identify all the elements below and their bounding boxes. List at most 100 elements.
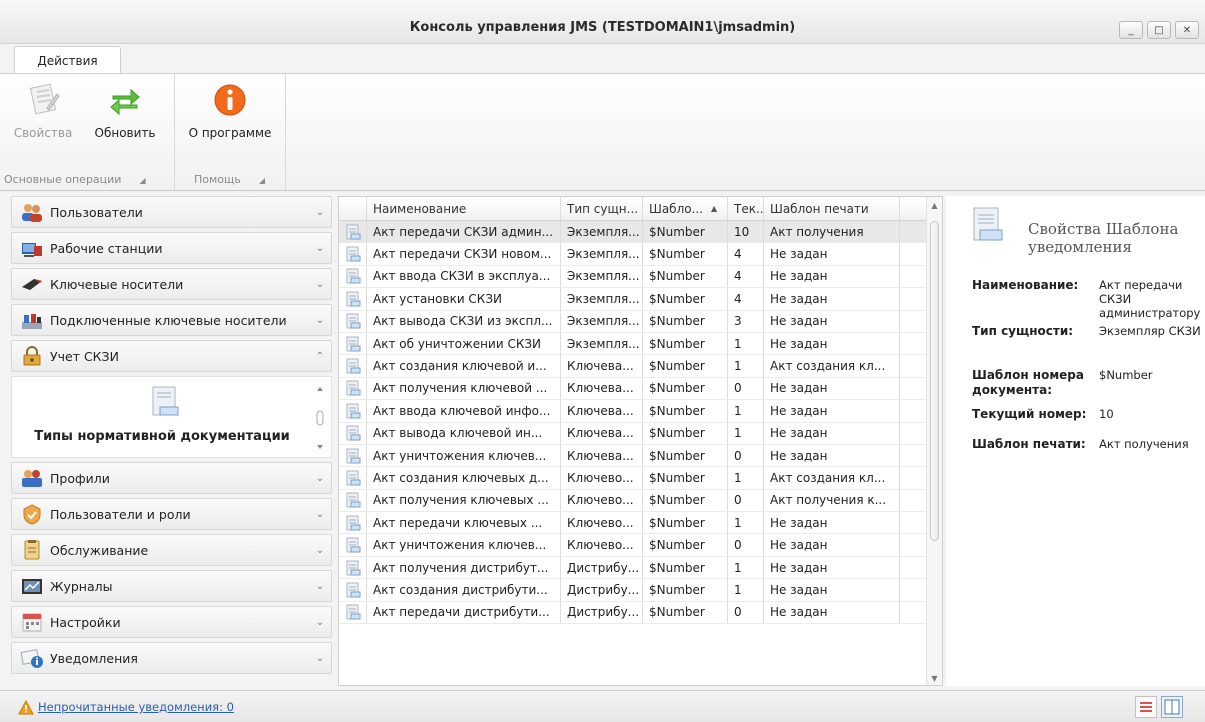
group-launcher-icon[interactable]: ◢ bbox=[259, 176, 265, 185]
row-print-template-cell: Акт создания кл... bbox=[764, 467, 900, 489]
row-print-template-cell: Не задан bbox=[764, 288, 900, 310]
row-icon-cell bbox=[339, 579, 367, 601]
table-row[interactable]: Акт вывода ключевой ин... Ключева... $Numb… bbox=[339, 422, 942, 445]
row-name-cell: Акт получения ключевой ... bbox=[367, 377, 561, 400]
prop-value-name: Акт передачи СКЗИ администратору bbox=[1099, 278, 1201, 320]
ribbon-group-main: Свойства Обновить Основные операции ◢ bbox=[0, 74, 175, 192]
split-view-icon bbox=[1164, 699, 1180, 715]
title-bar: Консоль управления JMS (TESTDOMAIN1\jmsa… bbox=[0, 0, 1205, 44]
nav-item-notifications[interactable]: Уведомления ⌄ bbox=[11, 642, 332, 674]
row-entity-type-cell: Дистрибу... bbox=[561, 601, 643, 624]
nav-item-users-roles[interactable]: Пользователи и роли ⌄ bbox=[11, 498, 332, 530]
template-row-icon bbox=[346, 425, 360, 441]
settings-icon bbox=[22, 613, 42, 632]
window-title: Консоль управления JMS (TESTDOMAIN1\jmsa… bbox=[409, 20, 796, 35]
properties-title: Свойства Шаблона уведомления bbox=[1028, 220, 1179, 256]
row-print-template-cell: Акт создания кл... bbox=[764, 355, 900, 377]
document-icon[interactable] bbox=[150, 385, 180, 419]
row-entity-type-cell: Ключево... bbox=[561, 467, 643, 489]
table-row[interactable]: Акт создания дистрибути... Дистрибу... $Nu… bbox=[339, 579, 942, 602]
row-current-number-cell: 0 bbox=[728, 444, 764, 467]
row-icon-cell bbox=[339, 422, 367, 444]
tab-actions[interactable]: Действия bbox=[14, 46, 121, 74]
scroll-up-icon[interactable]: ▲ bbox=[927, 201, 942, 210]
table-row[interactable]: Акт передачи дистрибути... Дистрибу... $Nu… bbox=[339, 601, 942, 625]
table-row[interactable]: Акт уничтожения ключев... Ключево... $Numb… bbox=[339, 534, 942, 557]
table-row[interactable]: Акт ввода ключевой инфо... Ключева... $Num… bbox=[339, 400, 942, 423]
table-row[interactable]: Акт передачи СКЗИ админ... Экземпля... $Nu… bbox=[339, 221, 942, 244]
minimize-button[interactable]: _ bbox=[1119, 21, 1143, 39]
prop-label-entity-type: Тип сущности: bbox=[972, 324, 1074, 338]
row-entity-type-cell: Ключева... bbox=[561, 400, 643, 422]
column-header-current-number[interactable]: Тек... bbox=[728, 197, 764, 220]
nav-item-journals[interactable]: Журналы ⌄ bbox=[11, 570, 332, 602]
nav-item-settings[interactable]: Настройки ⌄ bbox=[11, 606, 332, 638]
close-button[interactable]: ✕ bbox=[1175, 21, 1199, 39]
row-name-cell: Акт ввода ключевой инфо... bbox=[367, 400, 561, 422]
chevron-down-icon: ⌄ bbox=[315, 544, 325, 556]
table-row[interactable]: Акт получения дистрибут... Дистрибу... $Nu… bbox=[339, 556, 942, 580]
prop-value-current-number: 10 bbox=[1099, 407, 1114, 421]
row-entity-type-cell: Ключева... bbox=[561, 422, 643, 444]
row-print-template-cell: Не задан bbox=[764, 534, 900, 556]
table-row[interactable]: Акт создания ключевых д... Ключево... $Num… bbox=[339, 467, 942, 490]
table-row[interactable]: Акт передачи СКЗИ новом... Экземпля... $Nu… bbox=[339, 243, 942, 266]
document-types-label[interactable]: Типы нормативной документации bbox=[12, 429, 312, 444]
nav-item-profiles[interactable]: Профили ⌄ bbox=[11, 462, 332, 494]
template-row-icon bbox=[346, 582, 360, 598]
grid-body: Акт передачи СКЗИ админ... Экземпля... $Nu… bbox=[339, 221, 942, 625]
scroll-down-icon[interactable]: ▼ bbox=[927, 674, 942, 683]
nav-content-scrollbar[interactable] bbox=[315, 385, 325, 451]
row-current-number-cell: 10 bbox=[728, 221, 764, 243]
row-entity-type-cell: Экземпля... bbox=[561, 221, 643, 243]
scrollbar-thumb[interactable] bbox=[930, 221, 939, 541]
table-row[interactable]: Акт уничтожения ключев... Ключева... $Numb… bbox=[339, 444, 942, 468]
nav-expanded-content: Типы нормативной документации bbox=[11, 376, 332, 458]
nav-item-connected-media[interactable]: Подключенные ключевые носители ⌄ bbox=[11, 304, 332, 336]
table-row[interactable]: Акт ввода СКЗИ в эксплуа... Экземпля... $N… bbox=[339, 265, 942, 289]
row-entity-type-cell: Экземпля... bbox=[561, 332, 643, 355]
about-button[interactable]: О программе bbox=[182, 82, 278, 140]
ribbon-group-help: О программе Помощь ◢ bbox=[176, 74, 286, 192]
nav-item-maintenance[interactable]: Обслуживание ⌄ bbox=[11, 534, 332, 566]
row-print-template-cell: Не задан bbox=[764, 377, 900, 400]
refresh-button[interactable]: Обновить bbox=[86, 82, 164, 140]
split-view-button[interactable] bbox=[1161, 696, 1183, 718]
column-header-number-template[interactable]: Шабло... ▲ bbox=[643, 197, 728, 220]
row-number-template-cell: $Number bbox=[643, 310, 728, 332]
table-row[interactable]: Акт передачи ключевых ... Ключево... $Numb… bbox=[339, 512, 942, 535]
properties-button[interactable]: Свойства bbox=[8, 82, 78, 140]
grid-scrollbar[interactable]: ▲ ▼ bbox=[926, 197, 942, 685]
group-launcher-icon[interactable]: ◢ bbox=[139, 176, 145, 185]
nav-item-workstations[interactable]: Рабочие станции ⌄ bbox=[11, 232, 332, 264]
navigation-panel: Пользователи ⌄ Рабочие станции ⌄ Ключевы… bbox=[11, 196, 336, 686]
row-print-template-cell: Акт получения bbox=[764, 221, 900, 243]
row-entity-type-cell: Дистрибу... bbox=[561, 579, 643, 601]
properties-panel: Свойства Шаблона уведомления Наименовани… bbox=[946, 196, 1205, 686]
nav-item-key-media[interactable]: Ключевые носители ⌄ bbox=[11, 268, 332, 300]
nav-item-users[interactable]: Пользователи ⌄ bbox=[11, 196, 332, 228]
column-header-print-template[interactable]: Шаблон печати bbox=[764, 197, 900, 220]
prop-label-print-template: Шаблон печати: bbox=[972, 437, 1086, 451]
maximize-button[interactable]: □ bbox=[1147, 21, 1171, 39]
table-row[interactable]: Акт получения ключевых ... Ключево... $Num… bbox=[339, 489, 942, 513]
list-view-button[interactable] bbox=[1135, 696, 1157, 718]
template-row-icon bbox=[346, 537, 360, 553]
row-icon-cell bbox=[339, 400, 367, 422]
unread-notifications-link[interactable]: Непрочитанные уведомления: 0 bbox=[38, 700, 234, 714]
template-document-icon bbox=[973, 207, 1003, 241]
table-row[interactable]: Акт получения ключевой ... Ключева... $Num… bbox=[339, 377, 942, 401]
row-name-cell: Акт получения дистрибут... bbox=[367, 556, 561, 579]
nav-item-skzi-accounting[interactable]: Учет СКЗИ ⌃ bbox=[11, 340, 332, 372]
table-row[interactable]: Акт об уничтожении СКЗИ Экземпля... $Numbe… bbox=[339, 332, 942, 356]
table-row[interactable]: Акт установки СКЗИ Экземпля... $Number 4 Не … bbox=[339, 288, 942, 311]
table-row[interactable]: Акт создания ключевой и... Ключева... $Num… bbox=[339, 355, 942, 378]
row-icon-cell bbox=[339, 221, 367, 243]
row-entity-type-cell: Ключева... bbox=[561, 444, 643, 467]
column-header-name[interactable]: Наименование bbox=[367, 197, 561, 220]
column-header-entity-type[interactable]: Тип сущн... bbox=[561, 197, 643, 220]
row-name-cell: Акт создания ключевых д... bbox=[367, 467, 561, 489]
row-print-template-cell: Не задан bbox=[764, 400, 900, 422]
table-row[interactable]: Акт вывода СКЗИ из экспл... Экземпля... $N… bbox=[339, 310, 942, 333]
chevron-down-icon: ⌄ bbox=[315, 206, 325, 218]
